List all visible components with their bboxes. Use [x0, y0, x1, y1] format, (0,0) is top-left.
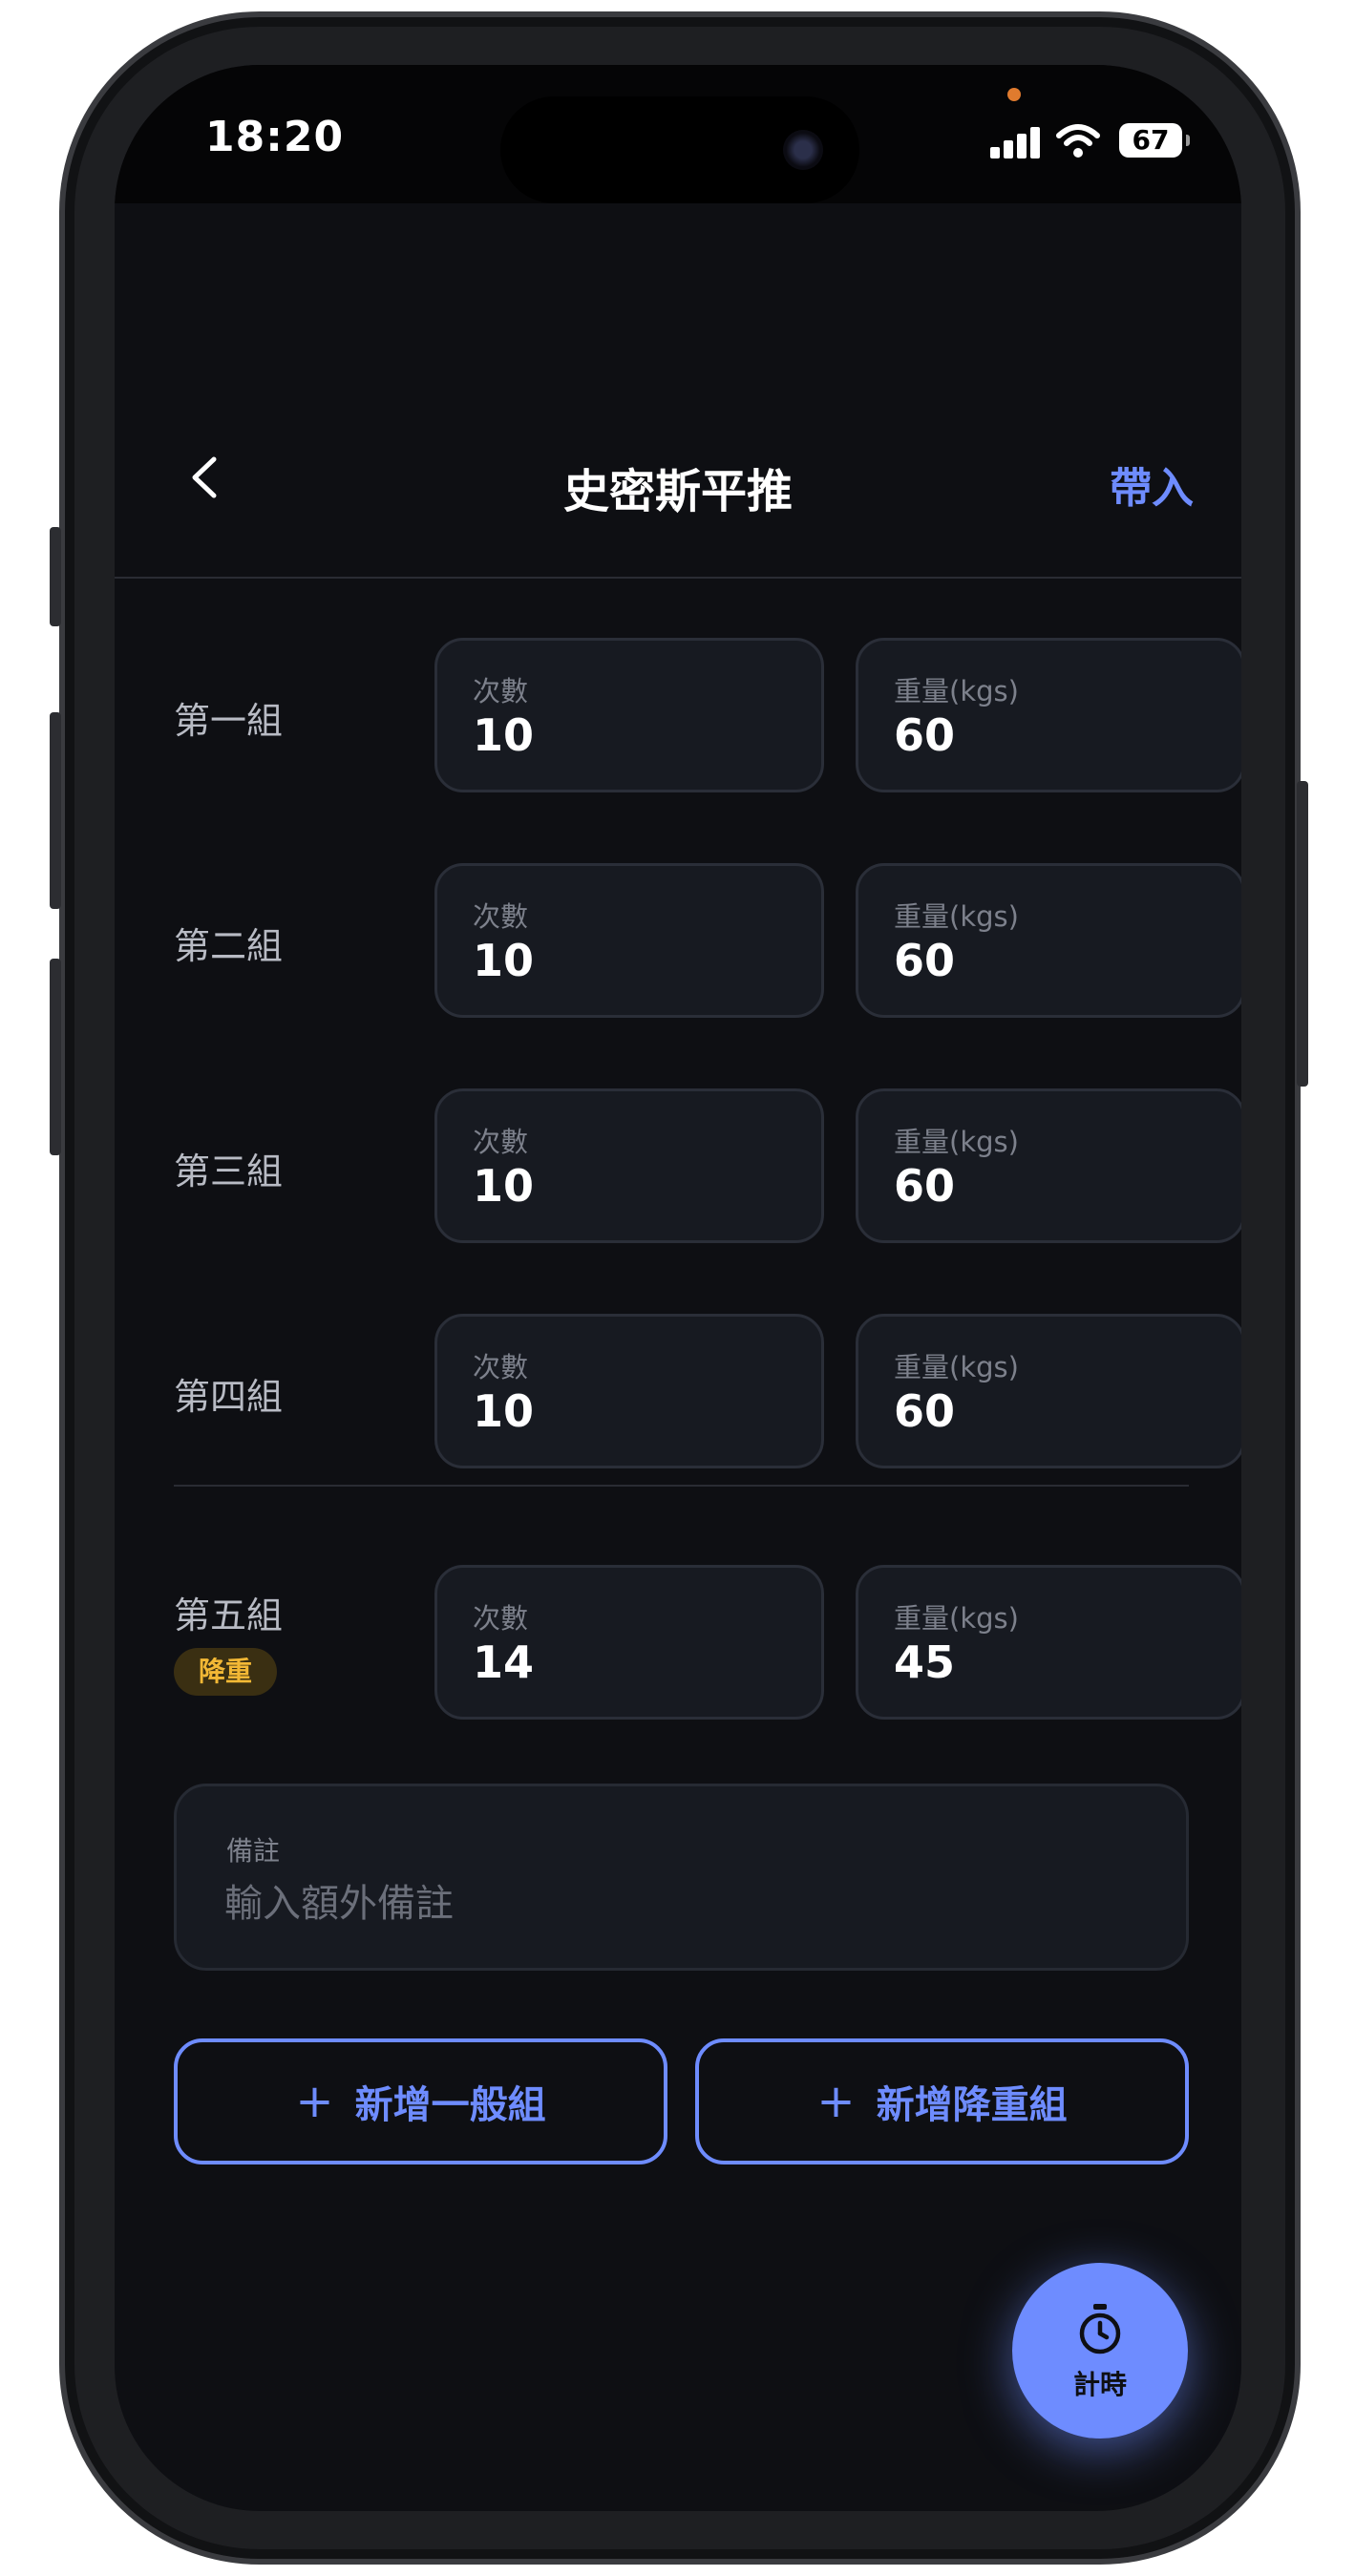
notes-box[interactable]: 備註	[174, 1784, 1189, 1971]
reps-field[interactable]: 次數 10	[434, 1088, 824, 1243]
nav-header: 史密斯平推 帶入	[115, 203, 1241, 579]
camera-icon	[783, 130, 823, 170]
add-normal-set-label: 新增一般組	[354, 2083, 546, 2127]
battery-icon: 67	[1119, 123, 1190, 158]
volume-up-button	[50, 712, 61, 909]
volume-down-button	[50, 959, 61, 1155]
weight-value: 60	[894, 709, 956, 761]
weight-label: 重量(kgs)	[894, 900, 1019, 933]
reps-field[interactable]: 次數 10	[434, 863, 824, 1018]
reps-label: 次數	[473, 900, 529, 933]
weight-value: 60	[894, 1385, 956, 1437]
app-screen: 18:20 67 史密斯平推 帶入 第一組 次數 10 重量(kgs) 60 第…	[115, 65, 1241, 2511]
status-bar: 18:20 67	[115, 65, 1241, 203]
set-row-3: 第三組 次數 10 重量(kgs) 60	[174, 1088, 1241, 1243]
plus-icon: +	[295, 2075, 334, 2128]
action-button	[50, 527, 61, 626]
weight-field[interactable]: 重量(kgs) 60	[856, 1088, 1241, 1243]
weight-field[interactable]: 重量(kgs) 60	[856, 638, 1241, 792]
set-label: 第四組	[174, 1376, 284, 1418]
weight-value: 60	[894, 935, 956, 986]
import-button[interactable]: 帶入	[1110, 454, 1194, 515]
add-drop-set-label: 新增降重組	[876, 2083, 1068, 2127]
power-button	[1297, 781, 1308, 1087]
set-label: 第二組	[174, 925, 284, 967]
timer-button[interactable]: 計時	[1012, 2263, 1188, 2439]
weight-value: 60	[894, 1160, 956, 1212]
cellular-signal-icon	[990, 126, 1042, 158]
notes-input[interactable]	[224, 1882, 1141, 1926]
weight-label: 重量(kgs)	[894, 675, 1019, 707]
set-row-4: 第四組 次數 10 重量(kgs) 60	[174, 1314, 1241, 1468]
set-row-1: 第一組 次數 10 重量(kgs) 60	[174, 638, 1241, 792]
reps-field[interactable]: 次數 14	[434, 1565, 824, 1720]
set-row-2: 第二組 次數 10 重量(kgs) 60	[174, 863, 1241, 1018]
page-title: 史密斯平推	[562, 465, 793, 518]
plus-icon: +	[816, 2075, 856, 2128]
reps-value: 10	[473, 1385, 535, 1437]
weight-field[interactable]: 重量(kgs) 60	[856, 1314, 1241, 1468]
set-label: 第三組	[174, 1151, 284, 1193]
weight-field[interactable]: 重量(kgs) 60	[856, 863, 1241, 1018]
reps-label: 次數	[473, 675, 529, 707]
weight-value: 45	[894, 1636, 956, 1688]
weight-label: 重量(kgs)	[894, 1602, 1019, 1635]
set-row-5: 第五組 降重 次數 14 重量(kgs) 45	[174, 1565, 1241, 1720]
add-drop-set-button[interactable]: + 新增降重組	[695, 2038, 1189, 2164]
reps-field[interactable]: 次數 10	[434, 1314, 824, 1468]
reps-field[interactable]: 次數 10	[434, 638, 824, 792]
reps-value: 14	[473, 1636, 535, 1688]
set-label: 第一組	[174, 700, 284, 742]
status-time: 18:20	[205, 113, 345, 161]
drop-set-divider	[174, 1485, 1189, 1487]
reps-value: 10	[473, 709, 535, 761]
reps-label: 次數	[473, 1351, 529, 1383]
add-normal-set-button[interactable]: + 新增一般組	[174, 2038, 667, 2164]
drop-set-badge: 降重	[174, 1648, 277, 1696]
reps-label: 次數	[473, 1602, 529, 1635]
reps-value: 10	[473, 935, 535, 986]
weight-label: 重量(kgs)	[894, 1126, 1019, 1158]
weight-field[interactable]: 重量(kgs) 45	[856, 1565, 1241, 1720]
weight-label: 重量(kgs)	[894, 1351, 1019, 1383]
reps-value: 10	[473, 1160, 535, 1212]
set-label: 第五組	[174, 1594, 284, 1636]
stopwatch-icon	[1079, 2304, 1121, 2354]
timer-label: 計時	[1072, 2369, 1127, 2400]
dynamic-island	[500, 96, 859, 203]
wifi-icon	[1056, 124, 1100, 158]
reps-label: 次數	[473, 1126, 529, 1158]
privacy-indicator-dot	[1007, 88, 1021, 101]
notes-label: 備註	[226, 1835, 281, 1867]
